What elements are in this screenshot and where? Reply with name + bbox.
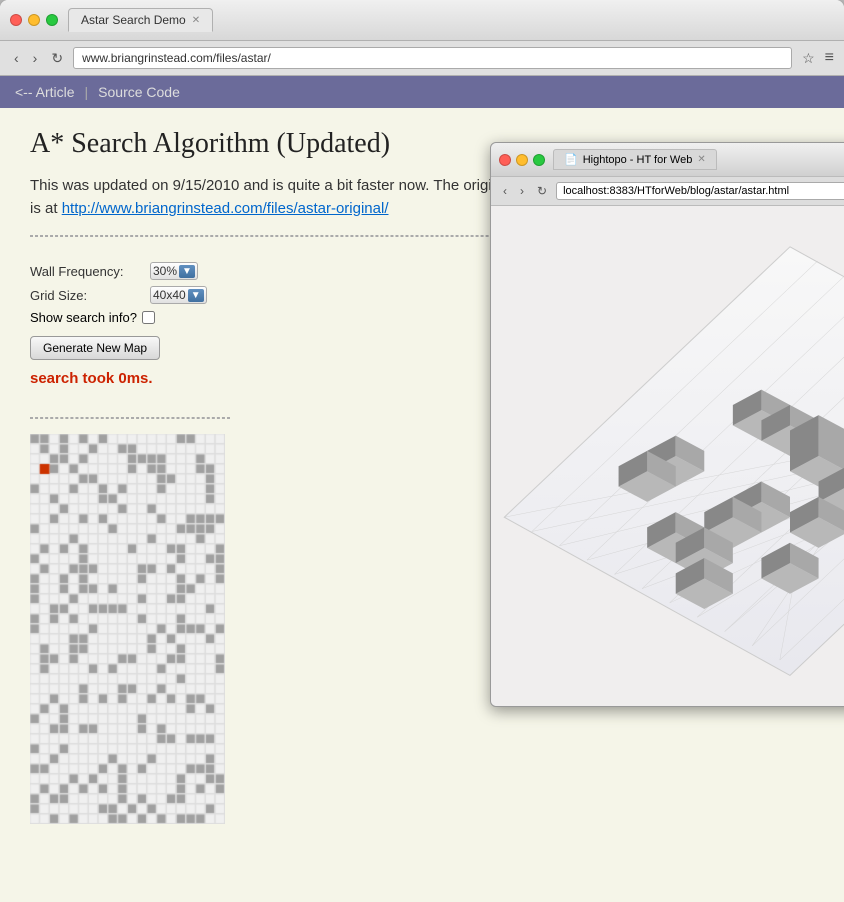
article-link[interactable]: <-- Article — [15, 84, 75, 100]
source-link[interactable]: Source Code — [98, 84, 180, 100]
nested-tab-icon: 📄 — [564, 153, 578, 166]
grid-canvas — [30, 434, 225, 824]
maximize-button[interactable] — [46, 14, 58, 26]
nested-traffic-lights — [499, 154, 545, 166]
nested-title-bar: 📄 Hightopo - HT for Web ✕ — [491, 143, 844, 177]
nested-back-btn[interactable]: ‹ — [499, 182, 511, 200]
nested-address-bar[interactable] — [556, 182, 844, 200]
active-tab[interactable]: Astar Search Demo ✕ — [68, 8, 213, 32]
content-area: Wall Frequency: 30% ▼ Grid Size: 40x40 ▼ — [30, 252, 814, 882]
wall-freq-row: Wall Frequency: 30% ▼ — [30, 262, 230, 280]
iso-scene — [491, 206, 844, 706]
tab-title: Astar Search Demo — [81, 13, 186, 27]
bookmark-button[interactable]: ☆ — [798, 48, 819, 69]
nested-close-btn[interactable] — [499, 154, 511, 166]
desc-text-1: This was updated on 9/15/2010 and is qui… — [30, 177, 553, 194]
grid-map — [30, 434, 230, 827]
nested-tab[interactable]: 📄 Hightopo - HT for Web ✕ — [553, 149, 717, 170]
nested-browser: 📄 Hightopo - HT for Web ✕ ‹ › ↻ ≡ — [490, 142, 844, 707]
nested-max-btn[interactable] — [533, 154, 545, 166]
tab-close-button[interactable]: ✕ — [192, 15, 200, 26]
show-search-checkbox[interactable] — [142, 311, 155, 324]
outer-browser: Astar Search Demo ✕ ‹ › ↻ ☆ ≡ <-- Articl… — [0, 0, 844, 902]
controls-section: Wall Frequency: 30% ▼ Grid Size: 40x40 ▼ — [30, 252, 230, 402]
page-content: <-- Article | Source Code A* Search Algo… — [0, 76, 844, 902]
nested-fwd-btn[interactable]: › — [516, 182, 528, 200]
left-panel: Wall Frequency: 30% ▼ Grid Size: 40x40 ▼ — [30, 252, 230, 882]
divider-mid — [30, 417, 230, 419]
original-link[interactable]: http://www.briangrinstead.com/files/asta… — [62, 200, 389, 217]
show-search-label: Show search info? — [30, 310, 137, 325]
search-result: search took 0ms. — [30, 370, 230, 387]
title-bar: Astar Search Demo ✕ — [0, 0, 844, 41]
grid-size-row: Grid Size: 40x40 ▼ — [30, 286, 230, 304]
show-search-row: Show search info? — [30, 310, 230, 325]
traffic-lights — [10, 14, 58, 26]
nested-refresh-btn[interactable]: ↻ — [533, 182, 551, 200]
address-bar[interactable] — [73, 47, 792, 69]
nested-tab-title: Hightopo - HT for Web — [583, 154, 693, 166]
nested-content: Wall Frequency Try Closest — [491, 206, 844, 706]
nav-bar: ‹ › ↻ ☆ ≡ — [0, 41, 844, 76]
right-panel: 📄 Hightopo - HT for Web ✕ ‹ › ↻ ≡ — [250, 252, 814, 882]
grid-size-label: Grid Size: — [30, 288, 150, 303]
desc-text-2: is at — [30, 200, 58, 217]
back-button[interactable]: ‹ — [10, 48, 23, 68]
wall-freq-label: Wall Frequency: — [30, 264, 150, 279]
iso-svg — [491, 206, 844, 706]
forward-button[interactable]: › — [29, 48, 42, 68]
grid-size-arrow: ▼ — [188, 289, 204, 302]
main-content: A* Search Algorithm (Updated) This was u… — [0, 108, 844, 902]
grid-size-value: 40x40 — [153, 288, 186, 302]
wall-freq-value: 30% — [153, 264, 177, 278]
nested-tab-close[interactable]: ✕ — [697, 154, 705, 165]
minimize-button[interactable] — [28, 14, 40, 26]
tab-bar: Astar Search Demo ✕ — [68, 8, 834, 32]
wall-freq-arrow: ▼ — [179, 265, 195, 278]
close-button[interactable] — [10, 14, 22, 26]
nested-nav: ‹ › ↻ ≡ — [491, 177, 844, 206]
generate-button[interactable]: Generate New Map — [30, 336, 160, 360]
wall-freq-select[interactable]: 30% ▼ — [150, 262, 198, 280]
page-toolbar: <-- Article | Source Code — [0, 76, 844, 108]
toolbar-separator: | — [85, 84, 89, 100]
nested-min-btn[interactable] — [516, 154, 528, 166]
menu-button[interactable]: ≡ — [825, 49, 834, 67]
grid-size-select[interactable]: 40x40 ▼ — [150, 286, 207, 304]
refresh-button[interactable]: ↻ — [47, 48, 67, 69]
